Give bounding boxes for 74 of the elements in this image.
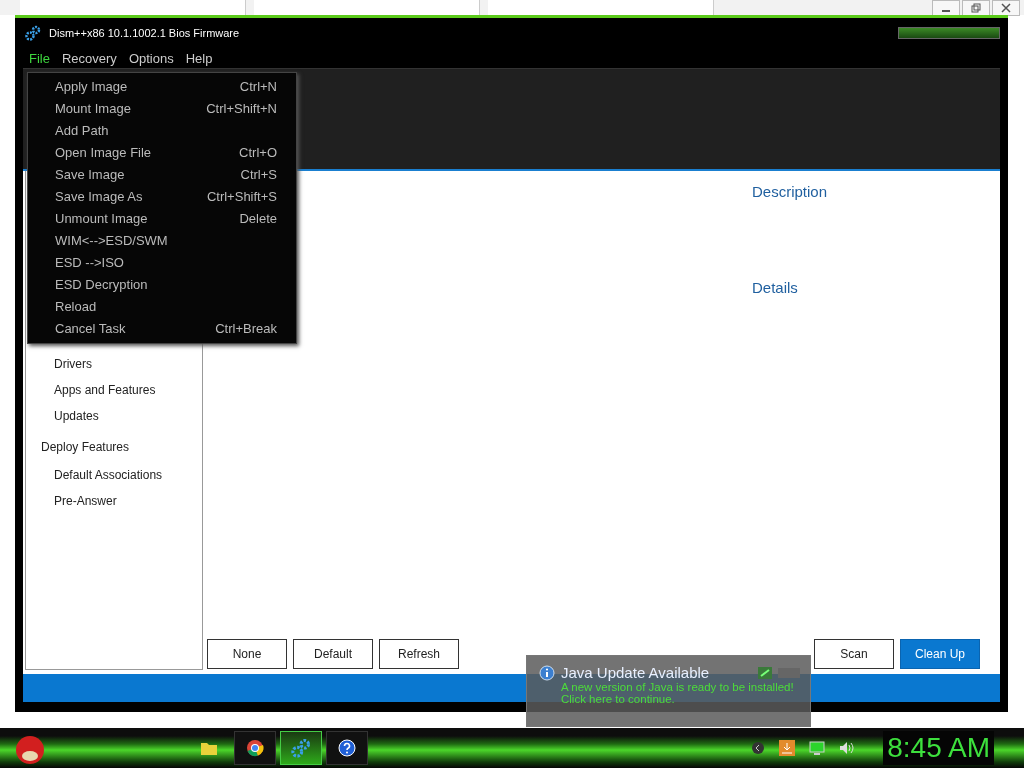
minimize-button[interactable]: [932, 0, 960, 16]
menu-item[interactable]: Save Image Ctrl+S: [28, 163, 296, 185]
menu-item[interactable]: Open Image File Ctrl+O: [28, 141, 296, 163]
menu-item[interactable]: Cancel Task Ctrl+Break: [28, 317, 296, 339]
menu-item[interactable]: ESD Decryption: [28, 273, 296, 295]
sidebar-item[interactable]: Drivers: [26, 354, 202, 380]
restore-button[interactable]: [962, 0, 990, 16]
action-button[interactable]: Default: [293, 639, 373, 669]
menu-item[interactable]: Options: [128, 50, 174, 66]
description-heading: Description: [752, 183, 829, 200]
notification-popup[interactable]: Java Update Available A new version of Java is ready to be installed! Click here to continue.: [526, 655, 811, 727]
shortcut-label: Ctrl+Break: [215, 320, 277, 336]
menu-item-label: Save Image As: [55, 188, 143, 204]
gears-icon: [291, 738, 311, 758]
close-icon: [1001, 3, 1011, 13]
action-button[interactable]: None: [207, 639, 287, 669]
close-button[interactable]: [992, 0, 1020, 16]
menu-item-label: Unmount Image: [55, 210, 148, 226]
pin-icon[interactable]: [758, 666, 772, 679]
menu-item[interactable]: ESD -->ISO: [28, 251, 296, 273]
shortcut-label: Ctrl+S: [240, 166, 277, 182]
taskbar-button[interactable]: [280, 731, 322, 765]
notification-message: A new version of Java is ready to be installed!: [560, 681, 795, 693]
menu-item[interactable]: Unmount Image Delete: [28, 207, 296, 229]
action-button[interactable]: Clean Up: [900, 639, 980, 669]
menu-item-label: Open Image File: [55, 144, 152, 160]
sidebar-item[interactable]: Default Associations: [26, 465, 202, 491]
monitor-icon[interactable]: [809, 741, 826, 755]
menu-item[interactable]: Apply Image Ctrl+N: [28, 75, 296, 97]
menu-item[interactable]: Mount Image Ctrl+Shift+N: [28, 97, 296, 119]
folder-icon: [200, 740, 218, 756]
menu-item-label: WIM<-->ESD/SWM: [55, 232, 168, 248]
taskbar-button[interactable]: [326, 731, 368, 765]
action-button[interactable]: Scan: [814, 639, 894, 669]
sidebar-item[interactable]: Pre-Answer: [26, 491, 202, 517]
menu-item-label: ESD -->ISO: [55, 254, 124, 270]
sidebar-item[interactable]: Apps and Features: [26, 380, 202, 406]
restore-icon: [971, 3, 981, 13]
menu-item-label: Cancel Task: [55, 320, 126, 336]
menu-item[interactable]: File: [29, 50, 50, 66]
notification-title: Java Update Available: [561, 664, 710, 681]
menu-item[interactable]: Help: [185, 50, 213, 66]
action-button[interactable]: Refresh: [379, 639, 459, 669]
menu-item-label: Mount Image: [55, 100, 131, 116]
menu-item[interactable]: Save Image As Ctrl+Shift+S: [28, 185, 296, 207]
menu-item-label: Add Path: [55, 122, 109, 138]
back-icon[interactable]: [751, 741, 766, 755]
gears-icon: [25, 25, 41, 41]
window-title: Dism++x86 10.1.1002.1 Bios Firmware: [49, 27, 240, 39]
shortcut-label: Ctrl+Shift+S: [206, 188, 277, 204]
sidebar-group-label: Deploy Features: [40, 439, 131, 456]
menu-item-label: Save Image: [55, 166, 125, 182]
taskbar-button[interactable]: [234, 731, 276, 765]
speaker-icon[interactable]: [839, 741, 856, 755]
clock: 8:45 AM: [883, 731, 994, 765]
menu-item-label: Apply Image: [55, 78, 128, 94]
notification-link[interactable]: Click here to continue.: [539, 693, 800, 705]
menu-item[interactable]: WIM<-->ESD/SWM: [28, 229, 296, 251]
shortcut-label: Ctrl+N: [239, 78, 277, 94]
minimize-icon: [942, 10, 950, 12]
menu-item-label: Reload: [55, 298, 97, 314]
shortcut-label: Delete: [239, 210, 277, 226]
menu-item[interactable]: Recovery: [61, 50, 117, 66]
update-icon[interactable]: [779, 740, 796, 756]
info-icon: [539, 664, 555, 681]
details-heading: Details: [752, 279, 799, 296]
help-icon: [338, 739, 356, 757]
shortcut-label: Ctrl+O: [239, 144, 277, 160]
sidebar-item[interactable]: Updates: [26, 406, 202, 432]
menu-item[interactable]: Add Path: [28, 119, 296, 141]
browser-icon: [246, 739, 264, 757]
shortcut-label: Ctrl+Shift+N: [206, 100, 277, 116]
menu-item-label: ESD Decryption: [55, 276, 148, 292]
menu-item[interactable]: Reload: [28, 295, 296, 317]
